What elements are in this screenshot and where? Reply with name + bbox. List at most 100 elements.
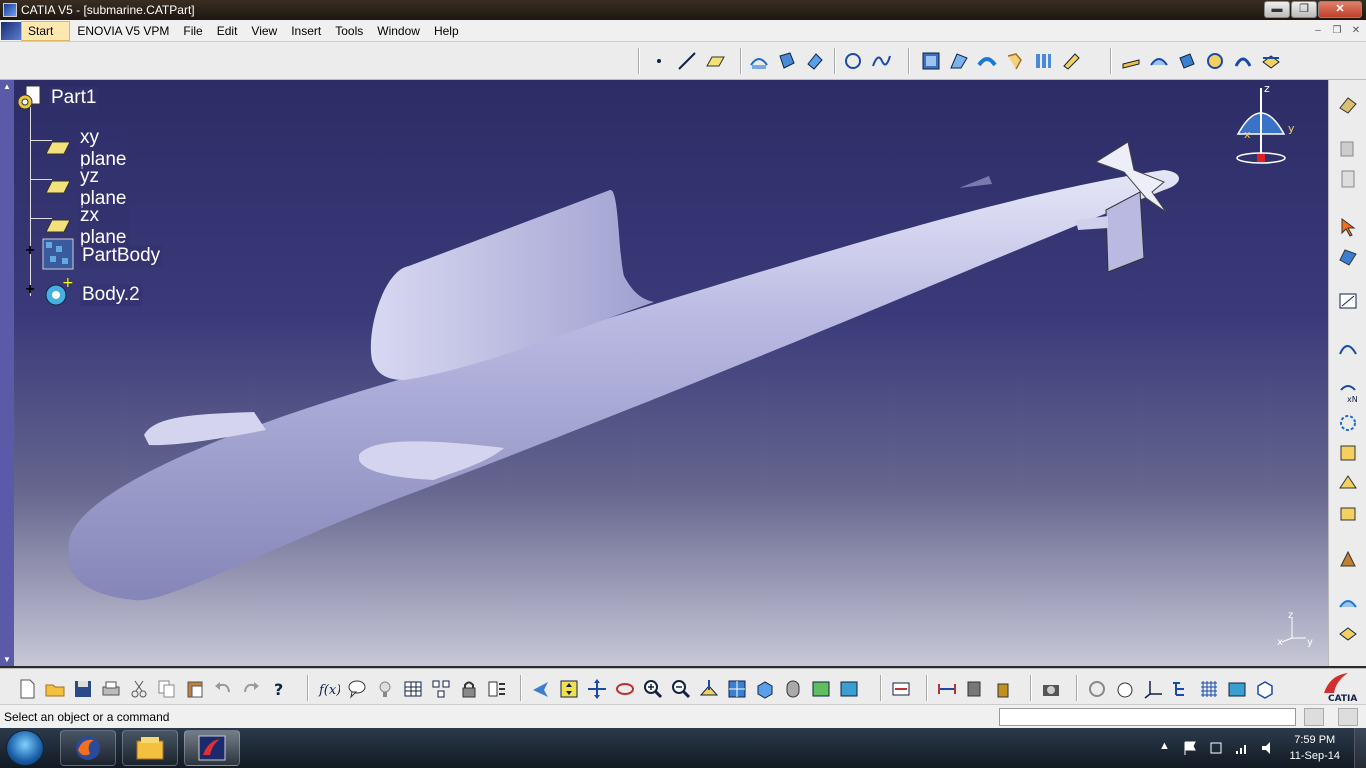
swap-space-icon[interactable] bbox=[838, 678, 860, 700]
boundary-icon[interactable] bbox=[1204, 50, 1226, 72]
menu-insert[interactable]: Insert bbox=[284, 20, 328, 42]
point-icon[interactable] bbox=[648, 50, 670, 72]
fly-mode-icon[interactable] bbox=[530, 678, 552, 700]
transform-icon[interactable] bbox=[1260, 50, 1282, 72]
tree-node-xy-plane[interactable]: xy plane bbox=[44, 127, 129, 171]
doc-restore-button[interactable]: ❐ bbox=[1329, 23, 1345, 38]
show-hidden-icons-icon[interactable]: ▲ bbox=[1156, 740, 1172, 756]
comment-icon[interactable] bbox=[346, 678, 368, 700]
shading-icon[interactable] bbox=[1226, 678, 1248, 700]
blend-icon[interactable] bbox=[1060, 50, 1082, 72]
geometry-icon[interactable] bbox=[1337, 472, 1359, 494]
measure-between-icon[interactable] bbox=[936, 678, 958, 700]
print-icon[interactable] bbox=[100, 678, 122, 700]
select-arrow-icon[interactable] bbox=[1337, 216, 1359, 238]
normal-view-icon[interactable] bbox=[698, 678, 720, 700]
catalog-icon[interactable] bbox=[430, 678, 452, 700]
pattern-icon[interactable] bbox=[1337, 412, 1359, 434]
windows-start-button[interactable] bbox=[6, 730, 44, 766]
parallel-curve-icon[interactable] bbox=[804, 50, 826, 72]
hand-icon[interactable] bbox=[1114, 678, 1136, 700]
parameters-icon[interactable] bbox=[486, 678, 508, 700]
viewport-scrollbar[interactable]: ▲ ▼ bbox=[0, 80, 14, 666]
menu-start[interactable]: Start bbox=[21, 20, 71, 41]
fit-all-icon[interactable] bbox=[558, 678, 580, 700]
tree-node-part1[interactable]: Part1 bbox=[17, 85, 99, 111]
taskbar-explorer[interactable] bbox=[122, 730, 178, 766]
zoom-in-icon[interactable] bbox=[642, 678, 664, 700]
circle-icon[interactable] bbox=[842, 50, 864, 72]
scroll-up-icon[interactable]: ▲ bbox=[3, 82, 11, 91]
zoom-out-icon[interactable] bbox=[670, 678, 692, 700]
action-center-flag-icon[interactable] bbox=[1182, 740, 1198, 756]
curve-analysis-icon[interactable] bbox=[1337, 336, 1359, 358]
3d-viewport[interactable]: Part1 xy plane yz plane zx plane + PartB… bbox=[14, 80, 1328, 666]
join-icon[interactable] bbox=[1120, 50, 1142, 72]
taskbar-catia[interactable] bbox=[184, 730, 240, 766]
menu-window[interactable]: Window bbox=[370, 20, 427, 42]
lock-icon[interactable] bbox=[458, 678, 480, 700]
scroll-down-icon[interactable]: ▼ bbox=[3, 655, 11, 664]
tree-node-partbody[interactable]: PartBody bbox=[42, 238, 163, 273]
doc-close-button[interactable]: ✕ bbox=[1348, 23, 1364, 38]
analysis-icon[interactable] bbox=[1337, 442, 1359, 464]
formula-icon[interactable]: f(x) bbox=[318, 678, 340, 700]
trim-icon[interactable] bbox=[1176, 50, 1198, 72]
intersection-icon[interactable] bbox=[776, 50, 798, 72]
table-icon[interactable] bbox=[402, 678, 424, 700]
taskbar-firefox[interactable] bbox=[60, 730, 116, 766]
menu-tools[interactable]: Tools bbox=[328, 20, 370, 42]
workbench-icon[interactable] bbox=[1337, 94, 1359, 116]
rotate-view-icon[interactable] bbox=[1086, 678, 1108, 700]
iso-view-icon[interactable] bbox=[754, 678, 776, 700]
menu-edit[interactable]: Edit bbox=[210, 20, 245, 42]
repetition-icon[interactable]: xN bbox=[1337, 382, 1359, 404]
cut-icon[interactable] bbox=[128, 678, 150, 700]
volume-icon[interactable] bbox=[1260, 740, 1276, 756]
undo-icon[interactable] bbox=[212, 678, 234, 700]
new-icon[interactable] bbox=[16, 678, 38, 700]
save-icon[interactable] bbox=[72, 678, 94, 700]
menu-help[interactable]: Help bbox=[427, 20, 466, 42]
show-desktop-button[interactable] bbox=[1354, 728, 1366, 768]
fill-icon[interactable] bbox=[1004, 50, 1026, 72]
plane-icon[interactable] bbox=[704, 50, 726, 72]
paste-icon[interactable] bbox=[1337, 168, 1359, 190]
expand-icon[interactable]: + bbox=[23, 243, 37, 259]
device-icon[interactable] bbox=[1208, 740, 1224, 756]
line-icon[interactable] bbox=[676, 50, 698, 72]
compass-widget[interactable]: z x y bbox=[1226, 82, 1296, 168]
copy-icon[interactable] bbox=[156, 678, 178, 700]
multi-view-icon[interactable] bbox=[726, 678, 748, 700]
expand-icon[interactable]: + bbox=[23, 282, 37, 298]
taskbar-clock[interactable]: 7:59 PM 11-Sep-14 bbox=[1289, 732, 1340, 764]
spline-icon[interactable] bbox=[870, 50, 892, 72]
menu-enovia[interactable]: ENOVIA V5 VPM bbox=[70, 20, 176, 42]
redo-icon[interactable] bbox=[240, 678, 262, 700]
sketch-icon[interactable] bbox=[1337, 290, 1359, 312]
power-input-field[interactable] bbox=[999, 708, 1296, 726]
maximize-button[interactable]: ❐ bbox=[1291, 1, 1317, 18]
camera-icon[interactable] bbox=[1040, 678, 1062, 700]
signal-icon[interactable] bbox=[1234, 740, 1250, 756]
sweep-icon[interactable] bbox=[976, 50, 998, 72]
extract-icon[interactable] bbox=[1232, 50, 1254, 72]
tree-node-body2[interactable]: + Body.2 bbox=[42, 275, 142, 312]
menu-file[interactable]: File bbox=[176, 20, 209, 42]
copy-icon[interactable] bbox=[1337, 138, 1359, 160]
minimize-button[interactable]: ▬ bbox=[1264, 1, 1290, 18]
apply-material-icon[interactable] bbox=[1337, 592, 1359, 614]
snap-icon[interactable] bbox=[1337, 246, 1359, 268]
rotate-icon[interactable] bbox=[614, 678, 636, 700]
projection-icon[interactable] bbox=[748, 50, 770, 72]
tree-node-yz-plane[interactable]: yz plane bbox=[44, 166, 129, 210]
grid-icon[interactable] bbox=[1198, 678, 1220, 700]
tree-view-icon[interactable] bbox=[1170, 678, 1192, 700]
revolve-icon[interactable] bbox=[948, 50, 970, 72]
update-icon[interactable] bbox=[890, 678, 912, 700]
light-icon[interactable] bbox=[374, 678, 396, 700]
measure-inertia-icon[interactable] bbox=[992, 678, 1014, 700]
split-icon[interactable] bbox=[1148, 50, 1170, 72]
axis-system-icon[interactable] bbox=[1142, 678, 1164, 700]
doc-minimize-button[interactable]: – bbox=[1310, 23, 1326, 38]
